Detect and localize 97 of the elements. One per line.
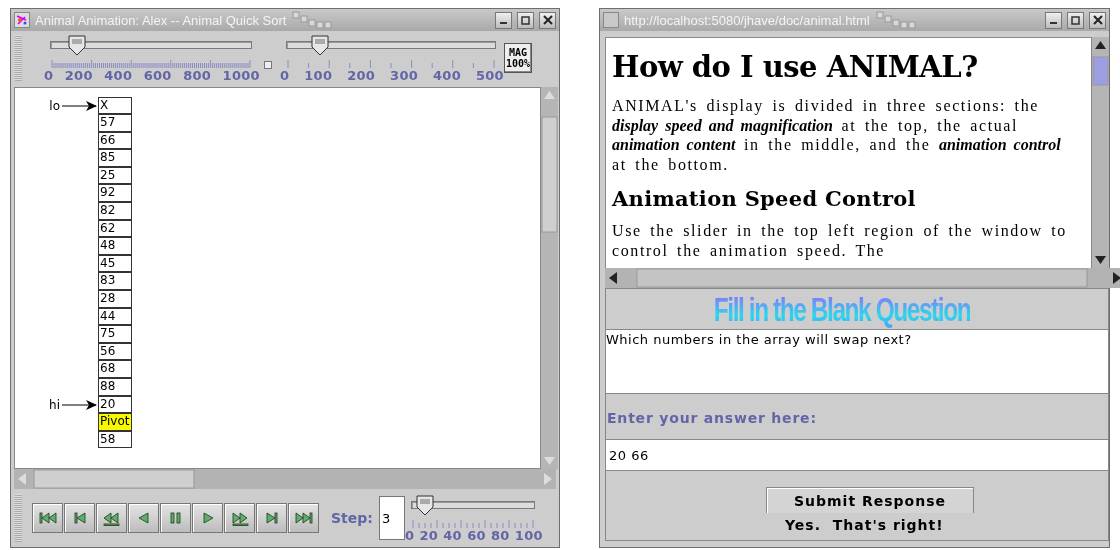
doc-paragraph: Use the slider in the top left region of the window to control the animation speed. The xyxy=(612,221,1068,260)
tick-label: 100 xyxy=(304,68,333,83)
tick-label: 60 xyxy=(467,528,486,543)
slider-thumb[interactable] xyxy=(416,495,435,517)
tick-label: 0 xyxy=(280,68,290,83)
array-cell: 58 xyxy=(98,430,132,449)
array-cell: 56 xyxy=(98,342,132,361)
doc-paragraph: ANIMAL's display is divided in three sections: the display speed and magnification at the top, the actual animation content in the middle, and the animation control at the bottom. xyxy=(612,96,1062,174)
array-cell: 25 xyxy=(98,166,132,185)
tick-label: 1000 xyxy=(222,68,260,83)
window-title: Animal Animation: Alex -- Animal Quick Sort xyxy=(35,12,287,28)
array-cell: 88 xyxy=(98,378,132,396)
fast-forward-icon xyxy=(229,510,250,526)
array-cell: 75 xyxy=(98,325,132,343)
step-back-button[interactable] xyxy=(64,503,95,533)
submit-button[interactable]: Submit Response xyxy=(766,487,974,513)
tick-label: 80 xyxy=(491,528,510,543)
tick-label: 400 xyxy=(104,68,133,83)
array-cell: 28 xyxy=(98,290,132,308)
slider-thumb[interactable] xyxy=(68,35,87,57)
fast-forward-button[interactable] xyxy=(224,503,255,533)
tick-label: 200 xyxy=(64,68,93,83)
skip-to-end-icon xyxy=(293,510,314,526)
pointer-arrow xyxy=(62,99,98,112)
array-cell: 68 xyxy=(98,360,132,378)
skip-to-end-button[interactable] xyxy=(288,503,319,533)
window-title: http://localhost:5080/jhave/doc/animal.html xyxy=(624,12,870,28)
pointer-arrow xyxy=(62,398,98,411)
step-forward-button[interactable] xyxy=(256,503,287,533)
array-cell: 83 xyxy=(98,272,132,291)
array-cell: 92 xyxy=(98,184,132,203)
maximize-button[interactable] xyxy=(1067,11,1084,29)
tick-label: 0 xyxy=(44,68,54,83)
close-button[interactable] xyxy=(1089,11,1106,29)
rewind-button[interactable] xyxy=(96,503,127,533)
minimize-button[interactable] xyxy=(1045,11,1062,29)
tick-label: 40 xyxy=(443,528,462,543)
app-icon xyxy=(14,12,30,28)
slider[interactable] xyxy=(410,495,535,517)
vertical-scrollbar[interactable] xyxy=(1092,37,1109,268)
step-label: Step: xyxy=(331,510,373,526)
array-cell: 62 xyxy=(98,219,132,238)
slider[interactable] xyxy=(286,35,496,57)
minimize-icon xyxy=(1050,21,1057,24)
small-square-icon xyxy=(264,61,272,69)
maximize-icon xyxy=(1071,15,1080,25)
maximize-icon xyxy=(521,15,530,25)
tick-label: 600 xyxy=(143,68,172,83)
grip-handle[interactable] xyxy=(15,494,22,542)
tick-label: 400 xyxy=(433,68,462,83)
array-cell: 82 xyxy=(98,202,132,220)
array-cell: 48 xyxy=(98,237,132,255)
question-text: Which numbers in the array will swap next? xyxy=(606,330,1108,394)
tick-label: 20 xyxy=(419,528,439,543)
array-cell: 85 xyxy=(98,149,132,167)
tick-label: 100 xyxy=(514,528,543,543)
tick-label: 500 xyxy=(475,68,504,83)
horizontal-scrollbar[interactable] xyxy=(14,469,556,489)
array-cell: 44 xyxy=(98,307,132,326)
grip-handle[interactable] xyxy=(15,35,22,81)
tick-label: 800 xyxy=(183,68,212,83)
skip-to-start-icon xyxy=(37,510,58,526)
doc-subheading: Animation Speed Control xyxy=(612,186,917,211)
tick-label: 0 xyxy=(404,528,415,543)
title-pattern-drawing xyxy=(874,10,919,30)
close-button[interactable] xyxy=(539,11,556,29)
feedback-text: Yes. That's right! xyxy=(785,517,944,533)
array-cell: 57 xyxy=(98,114,132,132)
play-button[interactable] xyxy=(192,503,223,533)
pointer-label: lo xyxy=(49,98,60,113)
pointer-label: hi xyxy=(49,397,60,412)
slider-thumb[interactable] xyxy=(310,35,329,57)
array-cell: 45 xyxy=(98,254,132,273)
tick-label: 300 xyxy=(390,68,419,83)
magnification-button[interactable]: MAG 100% xyxy=(504,43,532,73)
array-cell: X xyxy=(98,96,132,115)
rewind-icon xyxy=(101,510,122,526)
array-cell: 66 xyxy=(98,131,132,150)
tick-label: 200 xyxy=(347,68,376,83)
answer-field[interactable]: 20 66 xyxy=(606,439,1108,471)
horizontal-scrollbar[interactable] xyxy=(605,268,1120,288)
array-cell: Pivot xyxy=(98,413,132,431)
answer-label: Enter your answer here: xyxy=(607,410,817,426)
array-cell: 20 xyxy=(98,395,132,414)
close-icon xyxy=(1092,15,1103,25)
slider[interactable] xyxy=(50,35,252,57)
doc-heading: How do I use ANIMAL? xyxy=(612,50,979,84)
minimize-icon xyxy=(500,21,507,24)
skip-to-start-button[interactable] xyxy=(32,503,63,533)
minimize-button[interactable] xyxy=(495,11,512,29)
vertical-scrollbar[interactable] xyxy=(541,87,558,469)
close-icon xyxy=(542,15,553,25)
pause-button[interactable] xyxy=(160,503,191,533)
maximize-button[interactable] xyxy=(517,11,534,29)
window-icon xyxy=(603,12,619,28)
reverse-play-button[interactable] xyxy=(128,503,159,533)
step-field[interactable]: 3 xyxy=(378,496,405,540)
